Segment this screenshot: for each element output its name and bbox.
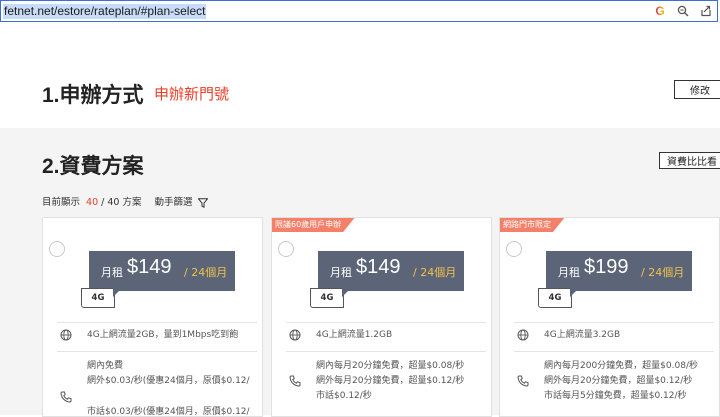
voice-line: 市話每月5分鐘免費，超量$0.12/秒	[544, 391, 687, 401]
plan-count: 目前顯示 40 / 40 方案 動手篩選	[42, 194, 209, 208]
plan-ribbon: 網路門市限定	[499, 217, 565, 232]
price-label: 月租	[101, 266, 123, 279]
network-badge: 4G	[310, 288, 344, 308]
badge-tail	[570, 288, 579, 297]
section1-title: 1.申辦方式	[42, 84, 144, 107]
voice-line: 市話$0.03/秒(優惠24個月，原價$0.12/	[87, 407, 250, 417]
price-box: 月租 $149 / 24個月	[318, 251, 464, 291]
price-label: 月租	[558, 266, 580, 279]
divider	[514, 322, 714, 323]
plan-card[interactable]: 網路門市限定 月租 $199 / 24個月 4G 4G上網流量3.2GB 網內每…	[499, 217, 720, 417]
voice-line: 網內免費	[87, 361, 124, 371]
compare-plans-button[interactable]: 資費比比看	[659, 152, 720, 169]
count-prefix: 目前顯示	[42, 197, 81, 208]
network-badge: 4G	[81, 288, 115, 308]
zoom-icon[interactable]	[676, 4, 690, 18]
phone-icon	[60, 391, 72, 403]
count-shown: 40	[86, 197, 99, 208]
network-badge: 4G	[538, 288, 572, 308]
data-allowance: 4G上網流量2GB，量到1Mbps吃到飽	[87, 330, 239, 340]
funnel-icon	[197, 197, 209, 208]
globe-icon	[289, 329, 301, 341]
price-box: 月租 $199 / 24個月	[546, 251, 692, 291]
data-allowance: 4G上網流量3.2GB	[544, 330, 621, 340]
plan-card[interactable]: 月租 $149 / 24個月 4G 4G上網流量2GB，量到1Mbps吃到飽 網…	[42, 217, 263, 417]
divider	[57, 351, 257, 352]
phone-icon	[517, 375, 529, 387]
voice-line: 網外$0.03/秒(優惠24個月，原價$0.12/	[87, 376, 250, 386]
edit-button[interactable]: 修改	[674, 80, 720, 99]
section2-title: 2.資費方案	[42, 155, 144, 178]
globe-icon	[517, 329, 529, 341]
voice-line: 網內每月20分鐘免費，超量$0.08/秒	[316, 361, 465, 371]
phone-icon	[289, 375, 301, 387]
google-icon[interactable]: G	[653, 4, 667, 18]
share-icon[interactable]	[699, 4, 713, 18]
voice-line: 網內每月200分鐘免費，超量$0.08/秒	[544, 361, 698, 371]
plan-radio[interactable]	[49, 241, 65, 257]
data-allowance: 4G上網流量1.2GB	[316, 330, 393, 340]
apply-method-section: 1.申辦方式 申辦新門號 修改	[0, 22, 720, 128]
price-amount: $149	[356, 256, 401, 278]
url-text[interactable]: fetnet.net/estore/rateplan/#plan-select	[3, 4, 207, 19]
section1-selection: 申辦新門號	[154, 85, 230, 103]
price-box: 月租 $149 / 24個月	[89, 251, 235, 291]
plan-radio[interactable]	[278, 241, 294, 257]
price-amount: $199	[584, 256, 629, 278]
voice-line: 網外每月20分鐘免費，超量$0.12/秒	[316, 376, 465, 386]
badge-tail	[113, 288, 122, 297]
plan-card[interactable]: 限議60歲用戶申辦 月租 $149 / 24個月 4G 4G上網流量1.2GB …	[271, 217, 492, 417]
voice-line: 網外每月20分鐘免費，超量$0.12/秒	[544, 376, 693, 386]
address-bar[interactable]: fetnet.net/estore/rateplan/#plan-select …	[0, 0, 718, 22]
divider	[57, 322, 257, 323]
price-label: 月租	[330, 266, 352, 279]
price-amount: $149	[127, 256, 172, 278]
divider	[286, 351, 486, 352]
filter-button[interactable]: 動手篩選	[154, 197, 209, 208]
globe-icon	[60, 329, 72, 341]
divider	[514, 351, 714, 352]
filter-label: 動手篩選	[154, 197, 193, 208]
divider	[286, 322, 486, 323]
plan-ribbon: 限議60歲用戶申辦	[271, 217, 355, 232]
badge-tail	[342, 288, 351, 297]
plan-radio[interactable]	[506, 241, 522, 257]
price-period: / 24個月	[184, 266, 228, 279]
price-period: / 24個月	[413, 266, 457, 279]
count-total: / 40 方案	[101, 197, 142, 208]
voice-line: 市話$0.12/秒	[316, 391, 372, 401]
price-period: / 24個月	[641, 266, 685, 279]
